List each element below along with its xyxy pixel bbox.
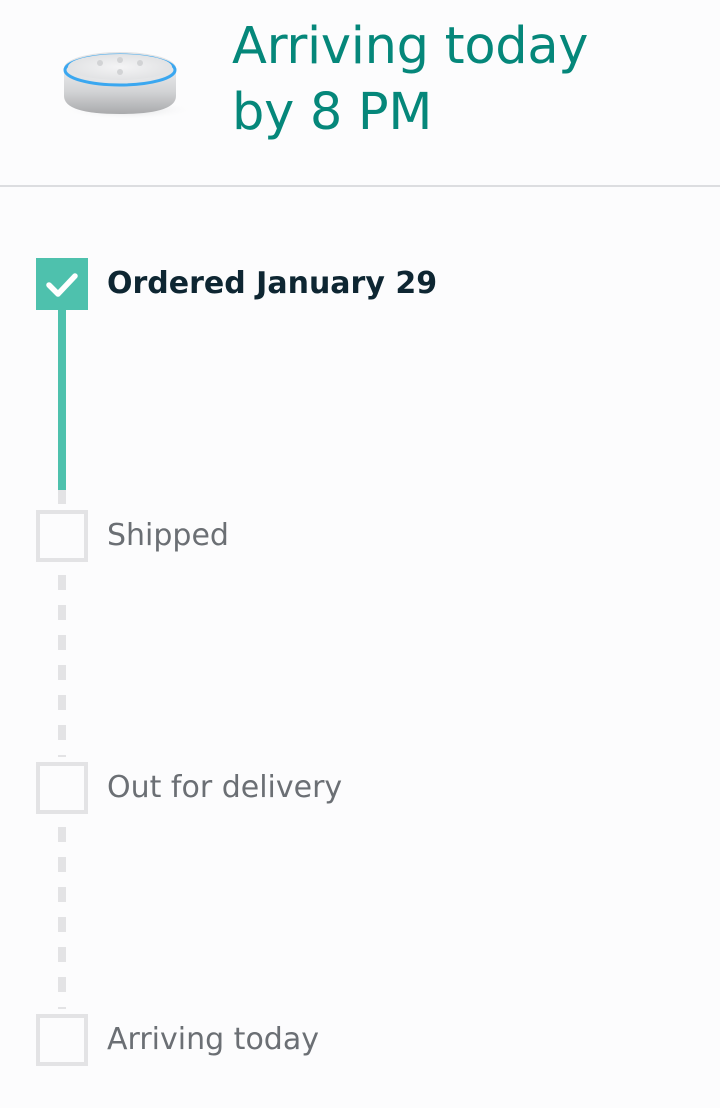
progress-connector-pending — [58, 490, 66, 504]
step-out-for-delivery-checkbox — [36, 762, 88, 814]
step-shipped-label: Shipped — [107, 518, 229, 553]
delivery-header: Arriving today by 8 PM — [0, 0, 720, 187]
step-ordered-checkbox — [36, 258, 88, 310]
shipment-progress-tracker: Ordered January 29 Shipped Out for deliv… — [0, 189, 720, 1108]
smart-speaker-icon — [60, 52, 196, 120]
progress-connector-pending — [58, 575, 66, 757]
progress-connector-complete — [58, 310, 66, 490]
headline-line-2: by 8 PM — [232, 83, 433, 142]
headline-line-1: Arriving today — [232, 17, 589, 76]
product-image[interactable] — [56, 40, 198, 122]
progress-connector-pending — [58, 827, 66, 1009]
shipment-tracking-page: Arriving today by 8 PM Ordered January 2… — [0, 0, 720, 1108]
step-arriving-today-label: Arriving today — [107, 1022, 319, 1057]
step-shipped-checkbox — [36, 510, 88, 562]
step-arriving-today-checkbox — [36, 1014, 88, 1066]
check-icon — [46, 273, 78, 297]
delivery-headline: Arriving today by 8 PM — [232, 14, 702, 146]
step-out-for-delivery-label: Out for delivery — [107, 770, 343, 805]
step-ordered-label: Ordered January 29 — [107, 266, 438, 301]
